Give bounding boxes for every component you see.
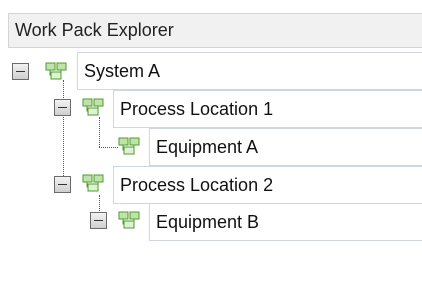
tree-connector [99, 195, 100, 211]
tree-node-equipment-a[interactable]: Equipment A [149, 128, 422, 166]
hierarchy-node-icon [82, 174, 104, 192]
collapse-toggle-equipment-b[interactable] [90, 212, 107, 229]
tree-node-system-a[interactable]: System A [77, 52, 422, 90]
hierarchy-node-icon [45, 62, 67, 80]
tree-node-equipment-b[interactable]: Equipment B [149, 203, 422, 241]
tree-node-process-location-2[interactable]: Process Location 2 [113, 166, 422, 204]
tree-view: System A Process Location 1 Equipment A … [0, 0, 422, 298]
work-pack-explorer-panel: Work Pack Explorer System A Process Loca… [0, 0, 422, 298]
collapse-toggle-system-a[interactable] [12, 63, 29, 80]
tree-connector [63, 80, 64, 184]
tree-connector [99, 117, 100, 147]
hierarchy-node-icon [118, 211, 140, 229]
hierarchy-node-icon [118, 137, 140, 155]
collapse-toggle-process-location-2[interactable] [54, 176, 71, 193]
hierarchy-node-icon [82, 98, 104, 116]
tree-connector [99, 147, 118, 148]
tree-node-process-location-1[interactable]: Process Location 1 [113, 90, 422, 128]
collapse-toggle-process-location-1[interactable] [54, 99, 71, 116]
